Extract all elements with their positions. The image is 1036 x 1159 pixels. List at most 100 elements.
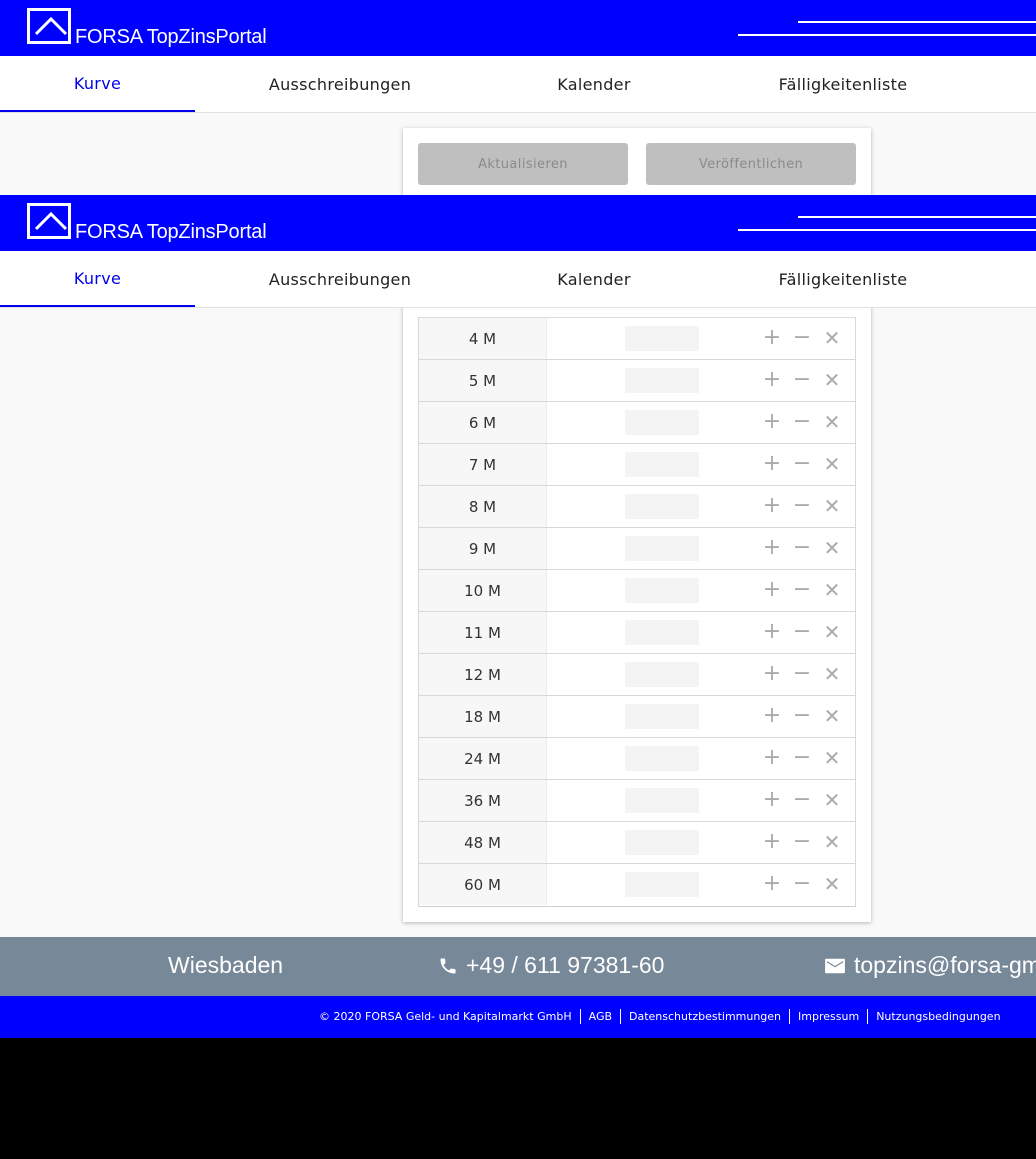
minus-icon[interactable]: − <box>792 327 812 349</box>
plus-icon[interactable]: + <box>762 369 782 391</box>
phone-icon <box>440 958 456 973</box>
close-icon[interactable]: ✕ <box>822 454 842 474</box>
close-icon[interactable]: ✕ <box>822 748 842 768</box>
rate-input[interactable] <box>625 494 699 519</box>
plus-icon[interactable]: + <box>762 873 782 895</box>
header-decor-line <box>798 216 1036 218</box>
link-impressum[interactable]: Impressum <box>798 1010 859 1023</box>
minus-icon[interactable]: − <box>792 495 812 517</box>
rate-input[interactable] <box>625 452 699 477</box>
rate-input[interactable] <box>625 368 699 393</box>
plus-icon[interactable]: + <box>762 411 782 433</box>
plus-icon[interactable]: + <box>762 747 782 769</box>
minus-icon[interactable]: − <box>792 621 812 643</box>
minus-icon[interactable]: − <box>792 789 812 811</box>
minus-icon[interactable]: − <box>792 747 812 769</box>
plus-icon[interactable]: + <box>762 705 782 727</box>
close-icon[interactable]: ✕ <box>822 832 842 852</box>
tab-faelligkeitenliste[interactable]: Fälligkeitenliste <box>703 56 983 112</box>
term-label: 36 M <box>419 780 547 821</box>
term-label: 8 M <box>419 486 547 527</box>
term-row: 48 M + − ✕ <box>419 822 855 864</box>
close-icon[interactable]: ✕ <box>822 496 842 516</box>
term-row: 12 M + − ✕ <box>419 654 855 696</box>
close-icon[interactable]: ✕ <box>822 706 842 726</box>
brand-name: FORSA TopZinsPortal <box>75 221 267 243</box>
rate-input[interactable] <box>625 704 699 729</box>
term-label: 9 M <box>419 528 547 569</box>
term-label: 5 M <box>419 360 547 401</box>
footer-phone-number: +49 / 611 97381-60 <box>466 952 665 978</box>
link-nutzungsbedingungen[interactable]: Nutzungsbedingungen <box>876 1010 1000 1023</box>
minus-icon[interactable]: − <box>792 873 812 895</box>
main-nav-sticky: Kurve Ausschreibungen Kalender Fälligkei… <box>0 251 1036 308</box>
term-label: 24 M <box>419 738 547 779</box>
close-icon[interactable]: ✕ <box>822 874 842 894</box>
term-label: 4 M <box>419 318 547 359</box>
rate-input[interactable] <box>625 746 699 771</box>
tab-faelligkeitenliste[interactable]: Fälligkeitenliste <box>703 251 983 307</box>
rate-input[interactable] <box>625 326 699 351</box>
tab-kurve[interactable]: Kurve <box>0 251 195 307</box>
term-row: 10 M + − ✕ <box>419 570 855 612</box>
tab-kalender[interactable]: Kalender <box>485 251 703 307</box>
close-icon[interactable]: ✕ <box>822 664 842 684</box>
link-agb[interactable]: AGB <box>589 1010 612 1023</box>
rate-input[interactable] <box>625 536 699 561</box>
plus-icon[interactable]: + <box>762 831 782 853</box>
minus-icon[interactable]: − <box>792 369 812 391</box>
close-icon[interactable]: ✕ <box>822 328 842 348</box>
close-icon[interactable]: ✕ <box>822 370 842 390</box>
logo-icon[interactable] <box>27 8 71 44</box>
link-datenschutz[interactable]: Datenschutzbestimmungen <box>629 1010 781 1023</box>
minus-icon[interactable]: − <box>792 453 812 475</box>
rate-input[interactable] <box>625 830 699 855</box>
publish-button[interactable]: Veröffentlichen <box>646 143 856 185</box>
term-label: 48 M <box>419 822 547 863</box>
rate-input[interactable] <box>625 872 699 897</box>
term-row: 24 M + − ✕ <box>419 738 855 780</box>
minus-icon[interactable]: − <box>792 705 812 727</box>
minus-icon[interactable]: − <box>792 411 812 433</box>
tab-ausschreibungen[interactable]: Ausschreibungen <box>195 251 485 307</box>
plus-icon[interactable]: + <box>762 663 782 685</box>
rate-input[interactable] <box>625 620 699 645</box>
term-label: 12 M <box>419 654 547 695</box>
plus-icon[interactable]: + <box>762 537 782 559</box>
close-icon[interactable]: ✕ <box>822 580 842 600</box>
minus-icon[interactable]: − <box>792 663 812 685</box>
minus-icon[interactable]: − <box>792 579 812 601</box>
close-icon[interactable]: ✕ <box>822 538 842 558</box>
mail-icon <box>825 958 845 973</box>
plus-icon[interactable]: + <box>762 327 782 349</box>
minus-icon[interactable]: − <box>792 537 812 559</box>
close-icon[interactable]: ✕ <box>822 790 842 810</box>
rate-input[interactable] <box>625 788 699 813</box>
term-label: 60 M <box>419 864 547 905</box>
rate-input[interactable] <box>625 662 699 687</box>
plus-icon[interactable]: + <box>762 621 782 643</box>
close-icon[interactable]: ✕ <box>822 622 842 642</box>
term-row: 7 M + − ✕ <box>419 444 855 486</box>
close-icon[interactable]: ✕ <box>822 412 842 432</box>
term-row: 11 M + − ✕ <box>419 612 855 654</box>
plus-icon[interactable]: + <box>762 495 782 517</box>
tab-kurve[interactable]: Kurve <box>0 56 195 112</box>
term-row: 4 M + − ✕ <box>419 318 855 360</box>
tab-ausschreibungen[interactable]: Ausschreibungen <box>195 56 485 112</box>
footer-email-address: topzins@forsa-gm <box>854 952 1036 978</box>
tab-kalender[interactable]: Kalender <box>485 56 703 112</box>
footer-email[interactable]: topzins@forsa-gm <box>824 952 1036 979</box>
plus-icon[interactable]: + <box>762 579 782 601</box>
minus-icon[interactable]: − <box>792 831 812 853</box>
rate-input[interactable] <box>625 578 699 603</box>
update-button[interactable]: Aktualisieren <box>418 143 628 185</box>
term-row: 5 M + − ✕ <box>419 360 855 402</box>
footer-phone[interactable]: +49 / 611 97381-60 <box>438 952 664 979</box>
plus-icon[interactable]: + <box>762 453 782 475</box>
plus-icon[interactable]: + <box>762 789 782 811</box>
rate-input[interactable] <box>625 410 699 435</box>
logo-icon[interactable] <box>27 203 71 239</box>
term-label: 7 M <box>419 444 547 485</box>
term-row: 9 M + − ✕ <box>419 528 855 570</box>
